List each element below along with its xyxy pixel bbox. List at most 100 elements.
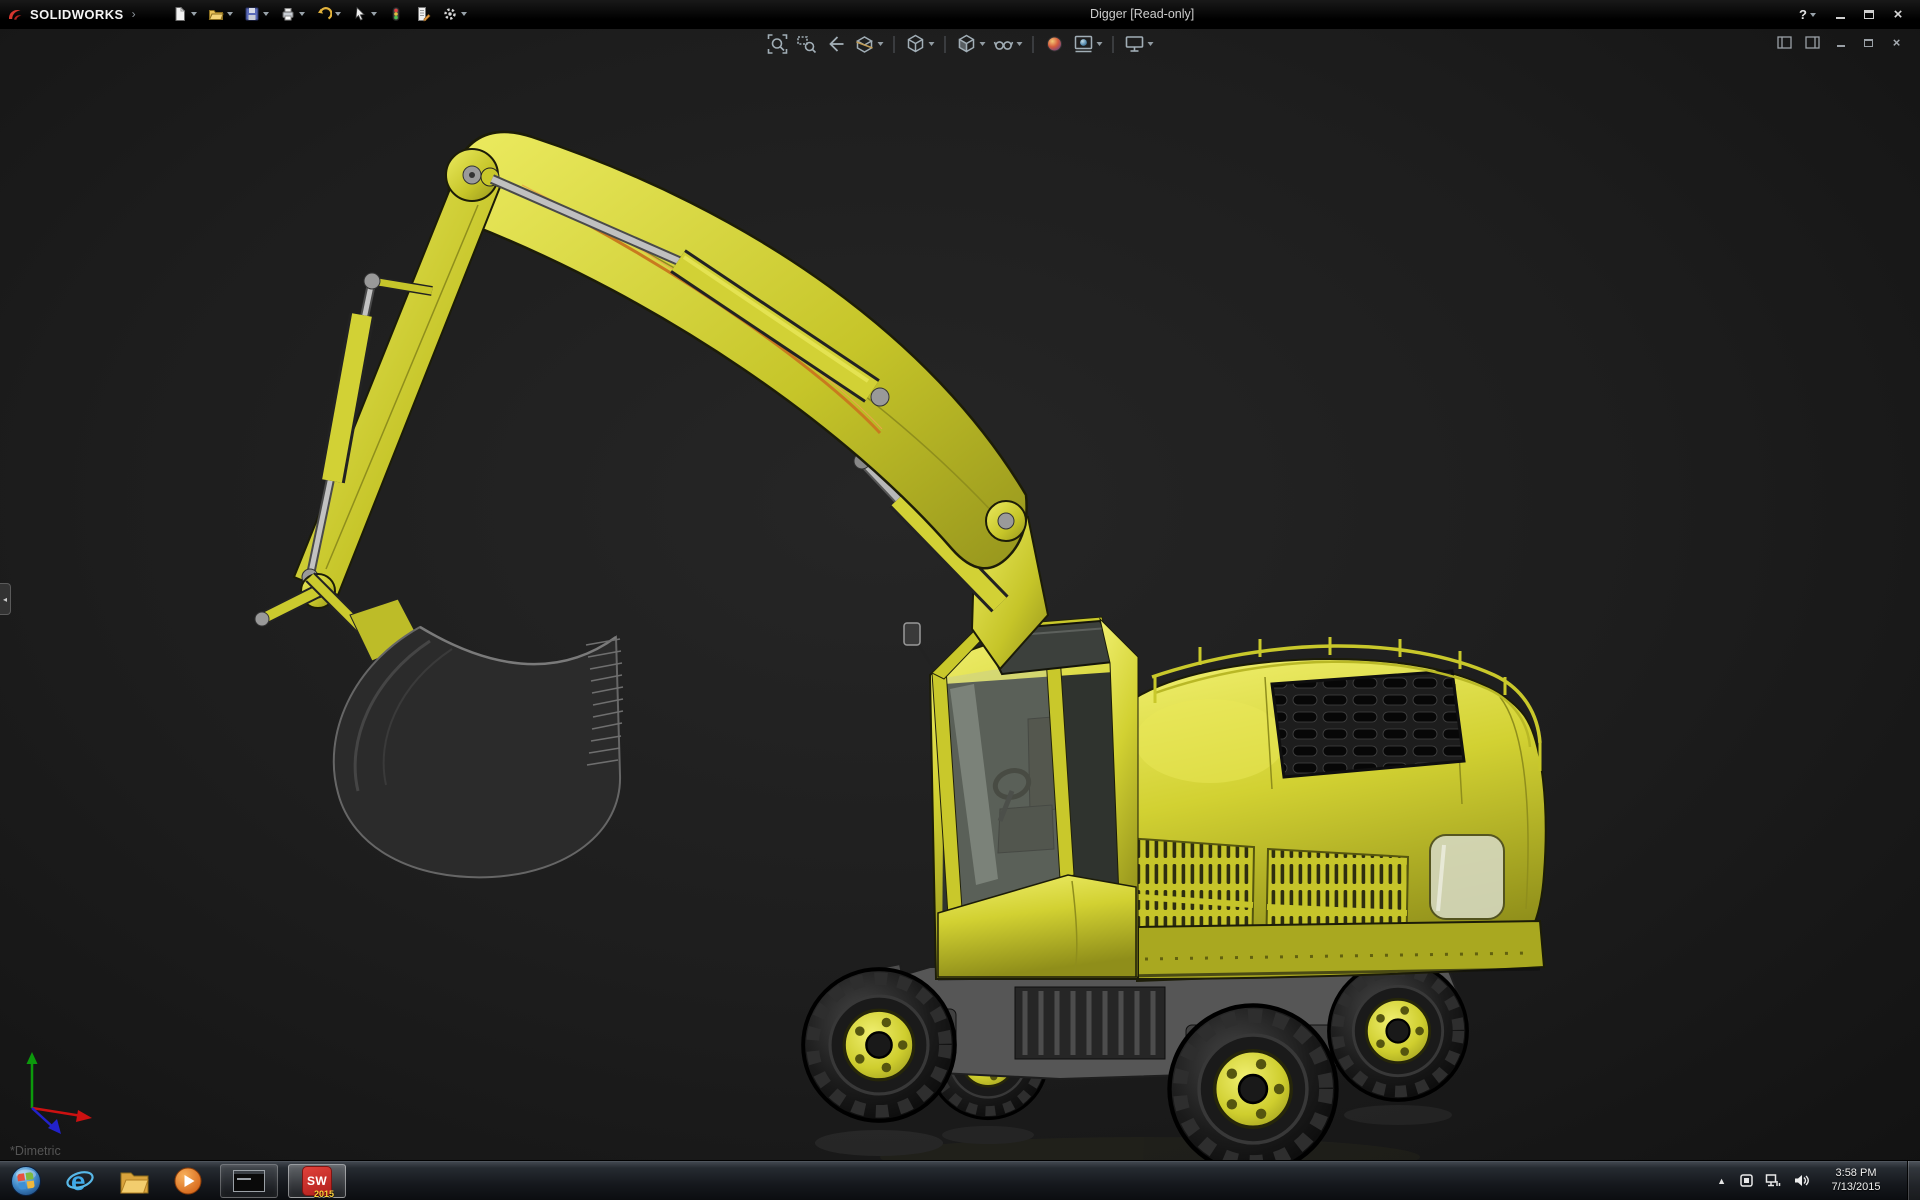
zoom-to-fit-icon [767, 34, 788, 54]
new-document-button[interactable] [168, 4, 201, 24]
close-button[interactable]: × [1890, 7, 1906, 23]
model-canvas[interactable] [0, 29, 1920, 1160]
cab[interactable] [903, 616, 1140, 980]
boom-assembly[interactable] [254, 130, 1050, 879]
doc-close-button[interactable]: × [1889, 35, 1904, 50]
help-button[interactable]: ? [1799, 7, 1816, 22]
dropdown-caret-icon [979, 42, 986, 46]
document-window-controls: × [1777, 35, 1904, 50]
hide-show-items-button[interactable] [993, 33, 1023, 55]
start-button[interactable] [4, 1164, 48, 1198]
folder-icon [119, 1172, 149, 1193]
command-window-thumbnail-icon [233, 1169, 265, 1192]
dropdown-caret-icon [460, 12, 467, 16]
undo-icon [317, 7, 332, 20]
select-button[interactable] [348, 4, 381, 24]
clock-time: 3:58 PM [1835, 1166, 1877, 1179]
wheel-right-rear[interactable] [1329, 962, 1467, 1100]
view-orientation-button[interactable] [905, 33, 935, 55]
toolbar-separator [1032, 35, 1034, 53]
tray-app-icon[interactable] [1738, 1172, 1755, 1189]
maximize-button[interactable] [1861, 7, 1877, 23]
brand-name: SOLIDWORKS [30, 6, 124, 22]
reference-triad [26, 1052, 92, 1134]
file-properties-button[interactable] [411, 4, 435, 24]
new-document-icon [175, 7, 185, 21]
options-button[interactable] [438, 4, 471, 24]
display-pane-icon[interactable] [1805, 35, 1820, 50]
dropdown-caret-icon [334, 12, 341, 16]
titlebar-toolbar [168, 4, 471, 24]
zoom-to-area-icon [797, 36, 817, 54]
file-explorer-button[interactable] [112, 1164, 156, 1198]
file-properties-icon [417, 7, 431, 22]
edit-appearance-button[interactable] [1044, 33, 1066, 55]
menu-expand-chevron-icon[interactable]: › [132, 7, 136, 21]
dropdown-caret-icon [877, 42, 884, 46]
wheel-left-front[interactable] [803, 969, 955, 1121]
dropdown-caret-icon [1147, 42, 1154, 46]
taskbar-clock[interactable]: 3:58 PM 7/13/2015 [1823, 1167, 1889, 1195]
ie-glyph: e [71, 1166, 85, 1196]
dropdown-caret-icon [1096, 42, 1103, 46]
dropdown-caret-icon [298, 12, 305, 16]
doc-restore-button[interactable] [1861, 35, 1876, 50]
windows-start-orb-icon [11, 1165, 41, 1196]
excavator-model[interactable] [254, 130, 1547, 1160]
section-view-icon [855, 36, 874, 53]
zoom-to-fit-button[interactable] [767, 33, 789, 55]
collapsed-panel-tab[interactable]: ◂ [0, 583, 11, 615]
dropdown-caret-icon [226, 12, 233, 16]
media-player-button[interactable] [166, 1164, 210, 1198]
edit-appearance-ball-icon [1047, 36, 1062, 52]
network-icon[interactable] [1765, 1172, 1782, 1189]
3ds-logo-icon [8, 9, 22, 20]
select-cursor-icon [355, 6, 365, 21]
view-settings-button[interactable] [1124, 33, 1154, 55]
solidworks-2015-button[interactable]: SW 2015 [288, 1163, 346, 1199]
taskbar-items: e SW 2015 [0, 1161, 346, 1200]
rebuild-button[interactable] [384, 4, 408, 24]
open-button[interactable] [204, 4, 237, 24]
apply-scene-button[interactable] [1073, 33, 1103, 55]
internet-explorer-icon: e [66, 1166, 94, 1196]
save-icon [245, 7, 259, 21]
internet-explorer-button[interactable]: e [58, 1164, 102, 1198]
display-style-icon [958, 34, 975, 53]
taskbar: e SW 2015 ▲ 3:58 PM 7/13/2015 [0, 1160, 1920, 1200]
system-tray: ▲ 3:58 PM 7/13/2015 [1715, 1161, 1920, 1200]
view-orientation-cube-icon [907, 34, 924, 53]
minimize-button[interactable] [1832, 7, 1848, 23]
print-button[interactable] [276, 4, 309, 24]
toolbar-separator [1112, 35, 1114, 53]
hide-show-glasses-icon [993, 41, 1014, 50]
clock-date: 7/13/2015 [1831, 1180, 1881, 1193]
titlebar-right: ? × [1799, 0, 1906, 29]
display-style-button[interactable] [956, 33, 986, 55]
previous-view-icon [829, 36, 844, 52]
graphics-viewport[interactable]: × ◂ *Dimetric [0, 29, 1920, 1160]
screen: SOLIDWORKS › Digger [Read-only] ? × × ◂ … [0, 0, 1920, 1200]
volume-icon[interactable] [1792, 1172, 1809, 1189]
doc-minimize-button[interactable] [1833, 35, 1848, 50]
options-gear-icon [443, 8, 456, 20]
show-hidden-icons-chevron[interactable]: ▲ [1715, 1176, 1728, 1186]
dropdown-caret-icon [370, 12, 377, 16]
help-label: ? [1799, 7, 1807, 22]
dropdown-caret-icon [262, 12, 269, 16]
section-view-button[interactable] [854, 33, 884, 55]
toolbar-separator [944, 35, 946, 53]
undo-button[interactable] [312, 4, 345, 24]
app-brand: SOLIDWORKS › [0, 6, 144, 22]
command-prompt-window-button[interactable] [220, 1163, 278, 1198]
titlebar: SOLIDWORKS › Digger [Read-only] ? × [0, 0, 1920, 29]
window-buttons: × [1832, 7, 1906, 23]
featuremanager-pane-icon[interactable] [1777, 35, 1792, 50]
previous-view-button[interactable] [825, 33, 847, 55]
show-desktop-button[interactable] [1907, 1161, 1920, 1200]
zoom-to-area-button[interactable] [796, 33, 818, 55]
toolbar-separator [893, 35, 895, 53]
save-button[interactable] [240, 4, 273, 24]
wheel-right-front[interactable] [1169, 1005, 1336, 1160]
bucket[interactable] [332, 625, 624, 879]
